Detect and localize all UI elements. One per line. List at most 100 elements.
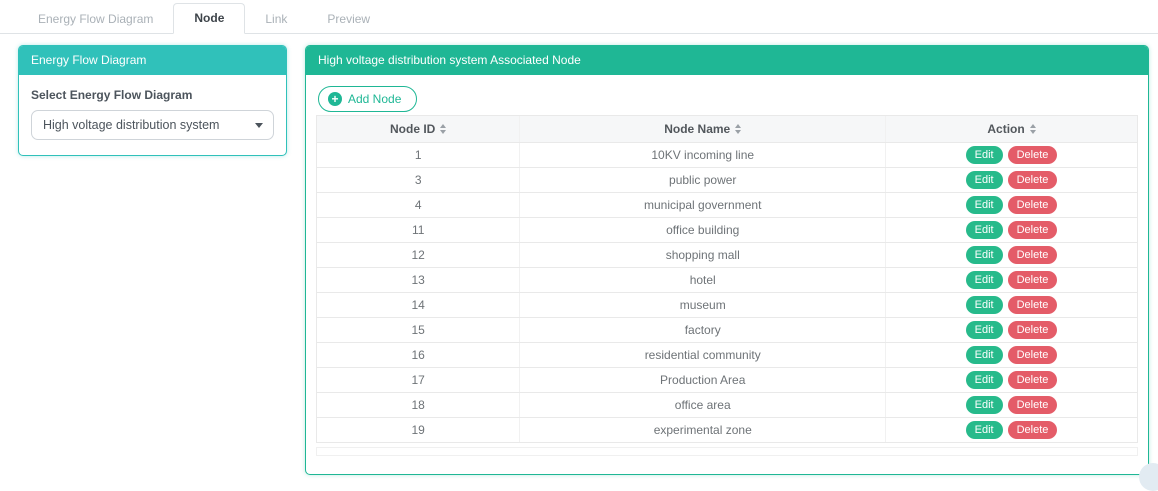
table-row: 15 factory Edit Delete [317,318,1137,343]
node-id-cell: 17 [317,368,520,392]
delete-button[interactable]: Delete [1008,246,1058,264]
edit-button[interactable]: Edit [966,171,1003,189]
chevron-down-icon [255,123,263,128]
node-id-cell: 1 [317,143,520,167]
node-name-cell: residential community [520,343,886,367]
delete-button[interactable]: Delete [1008,396,1058,414]
tab-energy-flow-diagram[interactable]: Energy Flow Diagram [18,5,173,34]
action-cell: Edit Delete [886,193,1137,217]
table-row: 13 hotel Edit Delete [317,268,1137,293]
node-id-cell: 4 [317,193,520,217]
edit-button[interactable]: Edit [966,146,1003,164]
node-name-cell: municipal government [520,193,886,217]
tab-bar: Energy Flow Diagram Node Link Preview [0,0,1158,34]
node-name-cell: Production Area [520,368,886,392]
action-cell: Edit Delete [886,168,1137,192]
action-cell: Edit Delete [886,293,1137,317]
edit-button[interactable]: Edit [966,346,1003,364]
node-name-cell: factory [520,318,886,342]
node-name-cell: office area [520,393,886,417]
left-panel-body: Select Energy Flow Diagram High voltage … [19,75,286,155]
left-panel-title: Energy Flow Diagram [19,46,286,75]
node-id-cell: 18 [317,393,520,417]
selected-diagram-value: High voltage distribution system [43,118,219,132]
table-footer-strip [316,447,1138,456]
tab-preview[interactable]: Preview [307,5,390,34]
edit-button[interactable]: Edit [966,246,1003,264]
action-cell: Edit Delete [886,318,1137,342]
tab-node[interactable]: Node [173,3,245,34]
action-cell: Edit Delete [886,143,1137,167]
table-body: 1 10KV incoming line Edit Delete 3 publi… [317,143,1137,443]
floating-corner-button[interactable] [1139,463,1158,491]
action-cell: Edit Delete [886,418,1137,442]
node-id-cell: 19 [317,418,520,442]
delete-button[interactable]: Delete [1008,296,1058,314]
node-name-cell: office building [520,218,886,242]
select-diagram-label: Select Energy Flow Diagram [31,88,274,102]
sort-icon [735,124,741,134]
delete-button[interactable]: Delete [1008,271,1058,289]
column-header-node-name[interactable]: Node Name [520,116,886,142]
node-name-cell: public power [520,168,886,192]
column-header-node-id[interactable]: Node ID [317,116,520,142]
action-cell: Edit Delete [886,218,1137,242]
delete-button[interactable]: Delete [1008,171,1058,189]
edit-button[interactable]: Edit [966,296,1003,314]
delete-button[interactable]: Delete [1008,196,1058,214]
delete-button[interactable]: Delete [1008,346,1058,364]
action-cell: Edit Delete [886,393,1137,417]
table-row: 17 Production Area Edit Delete [317,368,1137,393]
node-name-cell: museum [520,293,886,317]
action-cell: Edit Delete [886,368,1137,392]
table-row: 19 experimental zone Edit Delete [317,418,1137,443]
delete-button[interactable]: Delete [1008,221,1058,239]
energy-flow-diagram-panel: Energy Flow Diagram Select Energy Flow D… [18,45,287,156]
sort-icon [1030,124,1036,134]
delete-button[interactable]: Delete [1008,321,1058,339]
node-id-cell: 3 [317,168,520,192]
node-id-cell: 15 [317,318,520,342]
energy-flow-diagram-select[interactable]: High voltage distribution system [31,110,274,140]
table-row: 3 public power Edit Delete [317,168,1137,193]
table-row: 4 municipal government Edit Delete [317,193,1137,218]
edit-button[interactable]: Edit [966,271,1003,289]
edit-button[interactable]: Edit [966,196,1003,214]
delete-button[interactable]: Delete [1008,421,1058,439]
table-header-row: Node ID Node Name Action [317,116,1137,143]
node-name-cell: shopping mall [520,243,886,267]
delete-button[interactable]: Delete [1008,371,1058,389]
associated-node-panel: High voltage distribution system Associa… [305,45,1149,475]
node-id-cell: 14 [317,293,520,317]
table-row: 1 10KV incoming line Edit Delete [317,143,1137,168]
add-node-label: Add Node [348,92,401,106]
edit-button[interactable]: Edit [966,371,1003,389]
node-id-cell: 12 [317,243,520,267]
table-row: 12 shopping mall Edit Delete [317,243,1137,268]
tab-link[interactable]: Link [245,5,307,34]
node-id-cell: 16 [317,343,520,367]
action-cell: Edit Delete [886,343,1137,367]
node-table: Node ID Node Name Action [316,115,1138,443]
column-header-action[interactable]: Action [886,116,1137,142]
node-id-cell: 11 [317,218,520,242]
table-row: 11 office building Edit Delete [317,218,1137,243]
edit-button[interactable]: Edit [966,396,1003,414]
edit-button[interactable]: Edit [966,321,1003,339]
table-row: 14 museum Edit Delete [317,293,1137,318]
node-name-cell: hotel [520,268,886,292]
action-cell: Edit Delete [886,268,1137,292]
table-row: 18 office area Edit Delete [317,393,1137,418]
add-node-button[interactable]: + Add Node [318,86,417,112]
delete-button[interactable]: Delete [1008,146,1058,164]
sort-icon [440,124,446,134]
edit-button[interactable]: Edit [966,221,1003,239]
plus-icon: + [328,92,342,106]
node-name-cell: 10KV incoming line [520,143,886,167]
right-panel-title: High voltage distribution system Associa… [306,46,1148,75]
main-content: Energy Flow Diagram Select Energy Flow D… [0,34,1158,475]
action-cell: Edit Delete [886,243,1137,267]
node-id-cell: 13 [317,268,520,292]
edit-button[interactable]: Edit [966,421,1003,439]
node-name-cell: experimental zone [520,418,886,442]
